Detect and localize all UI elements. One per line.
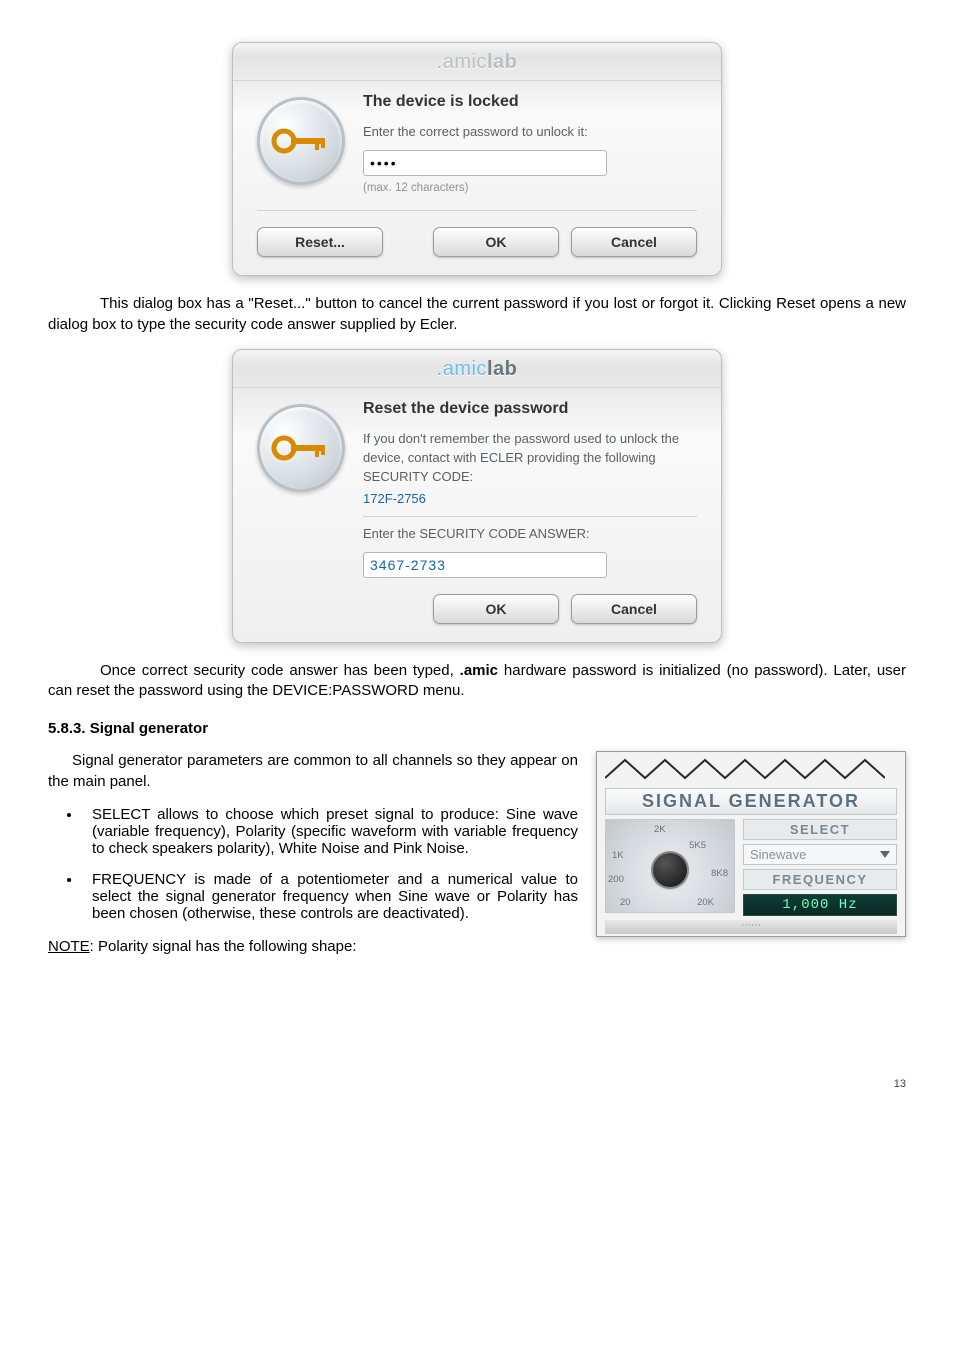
ok-button[interactable]: OK [433,227,559,257]
bullet-select: SELECT allows to choose which preset sig… [82,806,578,857]
reset-dialog-titlebar: .amiclab [233,350,721,388]
cancel-button[interactable]: Cancel [571,594,697,624]
dial-tick-1k: 1K [612,850,624,861]
dial-tick-20k: 20K [697,897,714,908]
titlebar-brand-prefix: .amic [437,358,487,380]
cancel-button[interactable]: Cancel [571,227,697,257]
reset-dialog-heading: Reset the device password [363,400,697,418]
paragraph-2: Once correct security code answer has be… [48,661,906,702]
note-label: NOTE [48,938,90,955]
reset-dialog-prompt-2: Enter the SECURITY CODE ANSWER: [363,525,697,544]
unlock-dialog: .amiclab The device is locked Enter the … [232,42,722,276]
bullet-frequency: FREQUENCY is made of a potentiometer and… [82,871,578,922]
password-hint: (max. 12 characters) [363,182,697,194]
security-code: 172F-2756 [363,491,697,506]
ok-button[interactable]: OK [433,594,559,624]
titlebar-brand-prefix: .amic [437,51,487,73]
unlock-dialog-prompt: Enter the correct password to unlock it: [363,123,697,142]
section-heading: 5.8.3. Signal generator [48,720,906,737]
page-number: 13 [48,1078,906,1090]
chevron-down-icon [880,851,890,858]
unlock-dialog-titlebar: .amiclab [233,43,721,81]
note-rest: : Polarity signal has the following shap… [90,938,357,955]
security-code-answer-input[interactable] [363,552,607,578]
paragraph-1: This dialog box has a "Reset..." button … [48,294,906,335]
frequency-readout[interactable]: 1,000 Hz [743,894,897,916]
dial-tick-5k5: 5K5 [689,840,706,851]
dial-tick-2k: 2K [654,824,666,835]
unlock-dialog-heading: The device is locked [363,93,697,111]
reset-dialog-prompt-1: If you don't remember the password used … [363,430,697,487]
signal-wave-icon [605,758,885,780]
key-icon [257,404,345,492]
password-input[interactable] [363,150,607,176]
dial-tick-20: 20 [620,897,631,908]
dial-tick-200: 200 [608,874,624,885]
titlebar-brand-suffix: lab [487,51,517,73]
frequency-label: FREQUENCY [743,869,897,890]
panel-handle-icon: ⋯⋯ [605,920,897,934]
select-label: SELECT [743,819,897,840]
dial-tick-8k8: 8K8 [711,868,728,879]
note-line: NOTE: Polarity signal has the following … [48,937,906,958]
signal-generator-title: SIGNAL GENERATOR [605,788,897,815]
paragraph-3: Signal generator parameters are common t… [48,751,578,792]
dial-knob-icon [653,853,687,887]
reset-dialog: .amiclab Reset the device password If yo… [232,349,722,642]
key-icon [257,97,345,185]
select-dropdown[interactable]: Sinewave [743,844,897,865]
reset-button[interactable]: Reset... [257,227,383,257]
para2-b: .amic [460,662,498,679]
select-value: Sinewave [750,847,806,862]
signal-generator-panel: SIGNAL GENERATOR 1K 2K 5K5 200 8K8 20 20… [596,751,906,937]
para2-a: Once correct security code answer has be… [100,662,460,679]
titlebar-brand-suffix: lab [487,358,517,380]
frequency-dial[interactable]: 1K 2K 5K5 200 8K8 20 20K [605,819,735,913]
